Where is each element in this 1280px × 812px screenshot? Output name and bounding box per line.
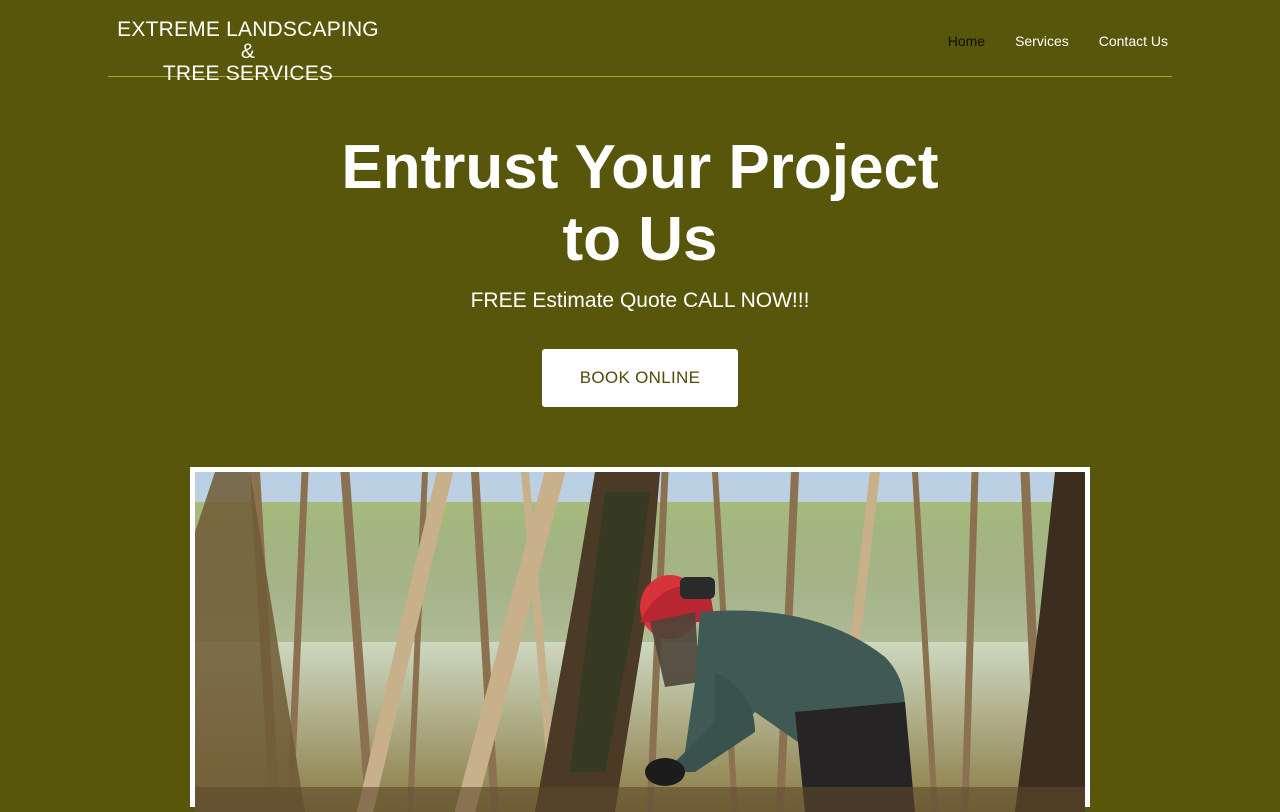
nav-contact-link[interactable]: Contact Us: [1099, 33, 1168, 49]
main-nav: Home Services Contact Us: [948, 33, 1168, 49]
nav-services-link[interactable]: Services: [1015, 33, 1069, 49]
hero-title-line-2: to Us: [562, 205, 718, 274]
logo-line-1: EXTREME LANDSCAPING &: [117, 18, 379, 63]
site-header: EXTREME LANDSCAPING & TREE SERVICES Home…: [108, 0, 1172, 85]
hero-photo: [195, 472, 1085, 812]
hero-title-line-1: Entrust Your Project: [341, 133, 939, 202]
arborist-forest-image: [195, 472, 1085, 812]
nav-home-link[interactable]: Home: [948, 33, 985, 49]
logo-line-2: TREE SERVICES: [162, 62, 334, 85]
book-online-button[interactable]: BOOK ONLINE: [542, 349, 738, 407]
hero-title: Entrust Your Project to Us: [0, 132, 1280, 276]
hero-photo-frame: [190, 467, 1090, 812]
site-logo[interactable]: EXTREME LANDSCAPING & TREE SERVICES: [108, 19, 388, 85]
hero-subtitle: FREE Estimate Quote CALL NOW!!!: [470, 289, 810, 312]
